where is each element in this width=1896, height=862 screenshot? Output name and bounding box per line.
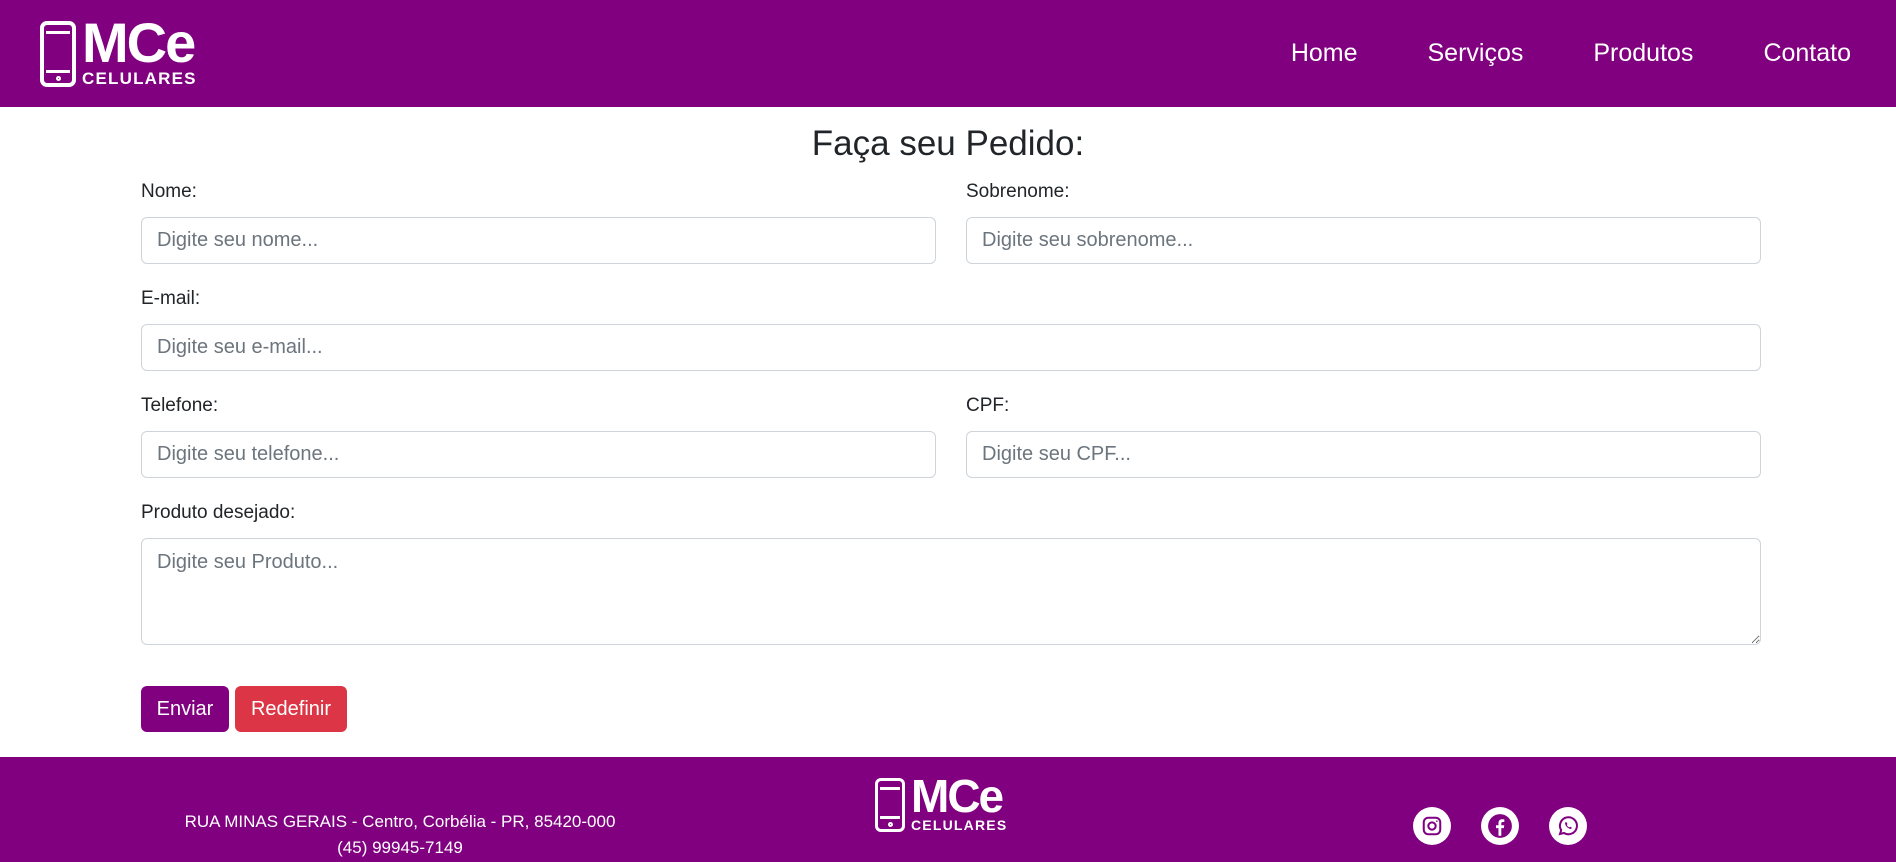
sobrenome-label: Sobrenome: bbox=[966, 181, 1070, 202]
email-label: E-mail: bbox=[141, 288, 201, 309]
redefinir-button[interactable]: Redefinir bbox=[235, 686, 347, 732]
nav-links: Home Serviços Produtos Contato bbox=[1221, 39, 1851, 68]
navbar: MCe CELULARES Home Serviços Produtos Con… bbox=[0, 0, 1896, 107]
facebook-icon[interactable] bbox=[1481, 807, 1519, 845]
page-title: Faça seu Pedido: bbox=[811, 124, 1085, 163]
cpf-label: CPF: bbox=[966, 395, 1010, 416]
nome-label: Nome: bbox=[141, 181, 197, 202]
produto-label: Produto desejado: bbox=[141, 502, 296, 523]
cpf-input[interactable] bbox=[966, 431, 1761, 478]
nav-link-servicos[interactable]: Serviços bbox=[1428, 39, 1524, 68]
footer-address: RUA MINAS GERAIS - Centro, Corbélia - PR… bbox=[184, 812, 616, 831]
phone-icon bbox=[40, 20, 76, 87]
telefone-input[interactable] bbox=[141, 431, 936, 478]
footer-address-block: RUA MINAS GERAIS - Centro, Corbélia - PR… bbox=[130, 809, 670, 861]
footer-logo-subtext: CELULARES bbox=[911, 817, 1008, 833]
footer: RUA MINAS GERAIS - Centro, Corbélia - PR… bbox=[0, 757, 1896, 862]
logo-text: MCe bbox=[82, 11, 196, 74]
footer-logo-text: MCe bbox=[911, 770, 1004, 822]
nav-link-home[interactable]: Home bbox=[1291, 39, 1358, 68]
phone-icon bbox=[875, 777, 905, 832]
produto-textarea[interactable] bbox=[141, 538, 1761, 645]
enviar-button[interactable]: Enviar bbox=[141, 686, 229, 732]
footer-phone: (45) 99945-7149 bbox=[337, 838, 463, 857]
footer-logo[interactable]: MCe CELULARES bbox=[875, 770, 1008, 833]
instagram-icon[interactable] bbox=[1413, 807, 1451, 845]
nav-link-produtos[interactable]: Produtos bbox=[1593, 39, 1693, 68]
logo[interactable]: MCe CELULARES bbox=[40, 11, 197, 88]
email-input[interactable] bbox=[141, 324, 1761, 371]
nav-link-contato[interactable]: Contato bbox=[1763, 39, 1851, 68]
whatsapp-icon[interactable] bbox=[1549, 807, 1587, 845]
logo-subtext: CELULARES bbox=[82, 69, 197, 88]
nome-input[interactable] bbox=[141, 217, 936, 264]
telefone-label: Telefone: bbox=[141, 395, 219, 416]
sobrenome-input[interactable] bbox=[966, 217, 1761, 264]
